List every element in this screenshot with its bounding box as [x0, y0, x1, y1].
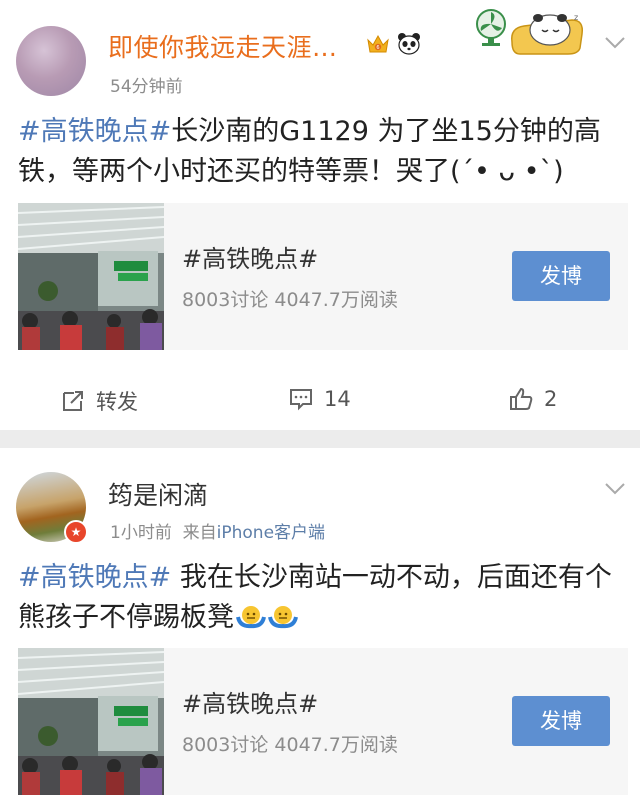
shrug-emoji-icon — [268, 606, 298, 629]
chevron-down-icon[interactable] — [604, 482, 626, 496]
user-avatar[interactable] — [16, 26, 86, 96]
post-topic-button[interactable]: 发博 — [512, 696, 610, 746]
topic-card[interactable]: #高铁晚点# 8003讨论 4047.7万阅读 发博 — [18, 648, 628, 795]
shrug-emoji-icon — [236, 606, 266, 629]
topic-stats: 8003讨论 4047.7万阅读 — [182, 734, 398, 756]
source-link[interactable]: iPhone客户端 — [217, 523, 325, 543]
chevron-down-icon[interactable] — [604, 36, 626, 50]
comment-button[interactable]: 14 — [288, 386, 351, 412]
verified-badge-icon: ★ — [64, 520, 88, 544]
station-photo — [18, 203, 164, 350]
forward-label: 转发 — [96, 390, 138, 414]
topic-title: #高铁晚点# — [182, 690, 319, 718]
post-time: 1小时前 — [110, 523, 172, 543]
topic-tag-link[interactable]: #高铁晚点# — [18, 116, 171, 147]
forward-icon — [63, 391, 83, 411]
thumbs-up-icon — [510, 387, 533, 410]
comment-icon — [290, 389, 312, 411]
action-bar: 转发 14 2 — [0, 372, 640, 428]
topic-tag-link[interactable]: #高铁晚点# — [18, 562, 171, 593]
vip-crown-icon: 6 — [367, 34, 389, 53]
forward-button[interactable]: 转发 — [60, 386, 138, 416]
panda-icon — [398, 33, 420, 55]
post-time: 54分钟前 — [110, 77, 183, 97]
like-button[interactable]: 2 — [508, 386, 557, 412]
svg-text:6: 6 — [376, 45, 379, 51]
sleeping-panda-sticker-icon: z — [511, 13, 584, 55]
user-name[interactable]: 筠是闲滴 — [108, 476, 208, 512]
svg-text:z: z — [574, 13, 578, 22]
topic-stats: 8003讨论 4047.7万阅读 — [182, 289, 398, 311]
post-emoticon: (´• ᴗ •`) — [450, 156, 564, 187]
user-name[interactable]: 即使你我远走天涯… — [108, 28, 338, 64]
comment-count: 14 — [324, 387, 351, 411]
post-text: #高铁晚点# 我在长沙南站一动不动，后面还有个熊孩子不停踢板凳 — [18, 558, 628, 638]
station-photo — [18, 648, 164, 795]
post-meta: 1小时前 来自iPhone客户端 — [110, 518, 325, 543]
source-prefix: 来自 — [182, 523, 217, 543]
topic-title: #高铁晚点# — [182, 245, 319, 273]
like-count: 2 — [544, 387, 558, 411]
post-topic-button[interactable]: 发博 — [512, 251, 610, 301]
topic-card[interactable]: #高铁晚点# 8003讨论 4047.7万阅读 发博 — [18, 203, 628, 350]
post-text: #高铁晚点#长沙南的G1129 为了坐15分钟的高铁，等两个小时还买的特等票！哭… — [18, 112, 628, 192]
